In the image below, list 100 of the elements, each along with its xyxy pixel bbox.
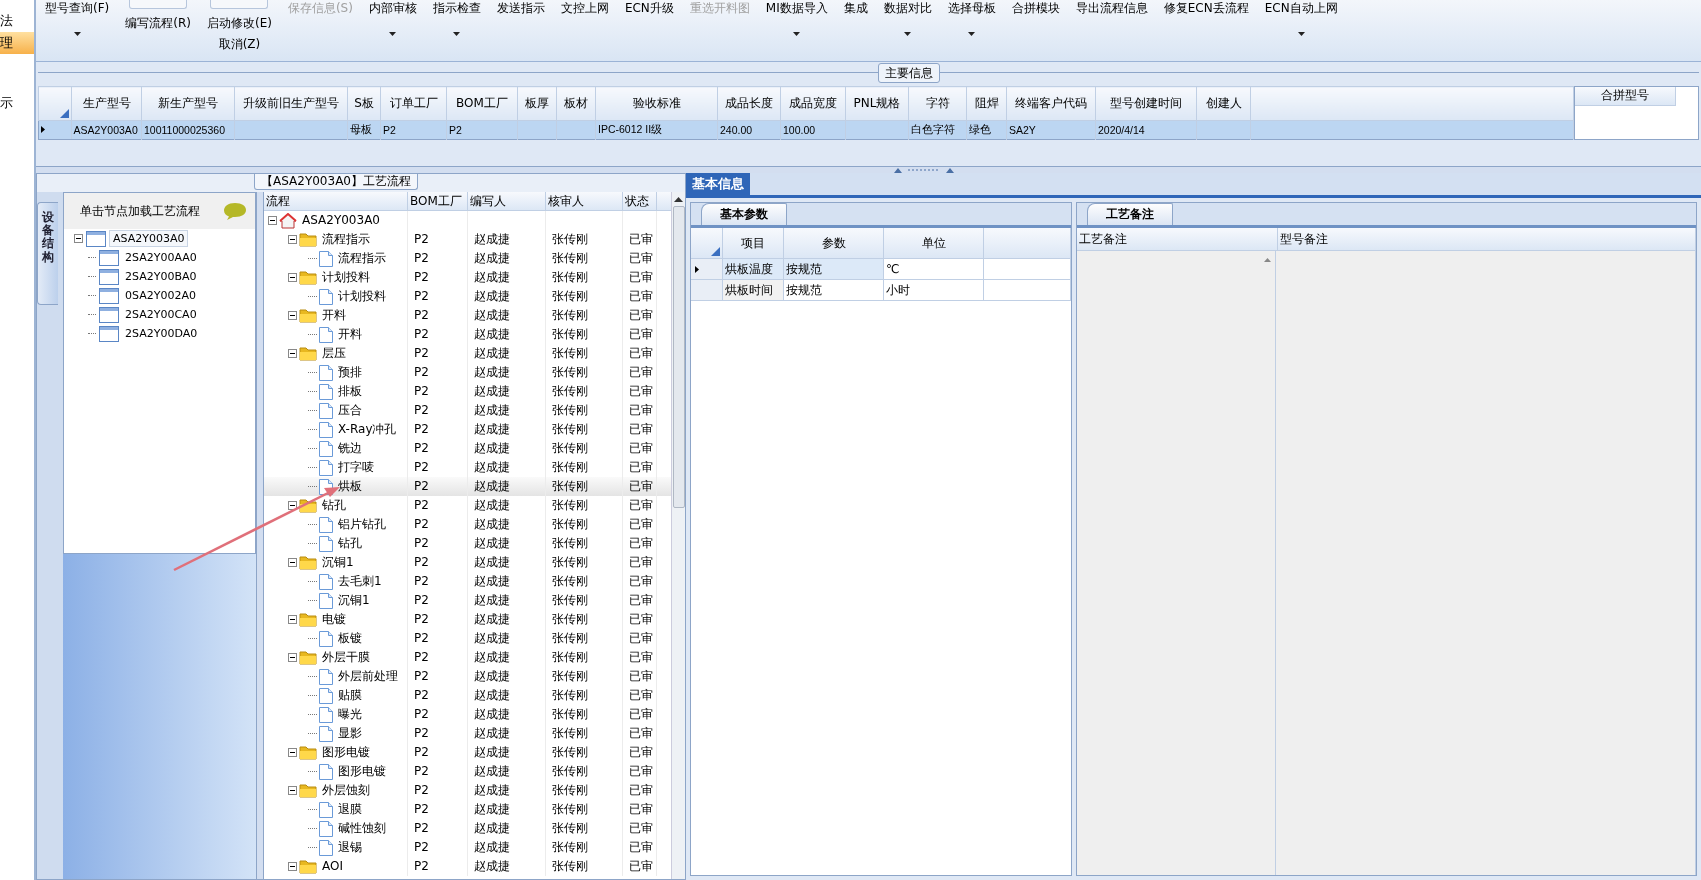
scrollbar[interactable]: [671, 192, 685, 879]
tree-item[interactable]: 钻孔: [335, 534, 362, 553]
vertical-tab[interactable]: 设备结构: [37, 202, 58, 305]
toolbar-button[interactable]: MI数据导入: [762, 0, 831, 36]
tree-item[interactable]: 2SA2Y00AA0: [122, 250, 200, 265]
column-header[interactable]: 型号备注: [1278, 228, 1696, 250]
scroll-up-icon[interactable]: [674, 196, 683, 202]
tree-item[interactable]: ASA2Y003A0: [299, 211, 380, 230]
tree-item[interactable]: 显影: [335, 724, 362, 743]
collapse-icon[interactable]: [288, 501, 297, 510]
collapse-icon[interactable]: [288, 273, 297, 282]
collapse-icon[interactable]: [268, 216, 277, 225]
column-header[interactable]: 订单工厂: [380, 86, 447, 121]
column-header[interactable]: 成品长度: [717, 86, 781, 121]
tree-item[interactable]: 电镀: [319, 610, 346, 629]
column-header[interactable]: BOM工厂: [408, 192, 468, 210]
collapse-icon[interactable]: [288, 653, 297, 662]
tree-item[interactable]: 2SA2Y00DA0: [122, 326, 201, 341]
column-header[interactable]: 工艺备注: [1077, 228, 1278, 250]
tree-item[interactable]: 碱性蚀刻: [335, 819, 386, 838]
collapse-icon[interactable]: [74, 234, 83, 243]
toolbar-button[interactable]: ECN自动上网: [1261, 0, 1341, 36]
tree-item[interactable]: 图形电镀: [319, 743, 370, 762]
scroll-thumb[interactable]: [672, 206, 685, 508]
grid-corner[interactable]: [691, 228, 723, 259]
tree-item[interactable]: ASA2Y003A0: [109, 230, 189, 247]
collapse-icon[interactable]: [288, 615, 297, 624]
toolbar-button[interactable]: 数据对比: [880, 0, 935, 36]
column-header[interactable]: 参数: [784, 228, 884, 259]
collapse-icon[interactable]: [288, 558, 297, 567]
toolbar-button[interactable]: 型号查询(F): [42, 0, 113, 36]
toolbar-button[interactable]: ECN升级: [621, 0, 677, 17]
column-header[interactable]: 项目: [723, 228, 784, 259]
collapse-icon[interactable]: [288, 235, 297, 244]
tree-item[interactable]: 铝片钻孔: [335, 515, 386, 534]
column-header[interactable]: 核审人: [546, 192, 623, 210]
tree-item[interactable]: 板镀: [335, 629, 362, 648]
toolbar-button[interactable]: 取消(Z): [215, 34, 264, 55]
toolbar-button[interactable]: 指示检查: [429, 0, 484, 36]
tree-item[interactable]: 2SA2Y00BA0: [122, 269, 200, 284]
tree-item[interactable]: AOI: [319, 857, 343, 876]
tab[interactable]: 基本参数: [701, 203, 787, 225]
nav-item[interactable]: 理: [0, 32, 34, 54]
toolbar-button[interactable]: 导出流程信息: [1072, 0, 1151, 17]
column-header[interactable]: 成品宽度: [780, 86, 846, 121]
toolbar-button[interactable]: 编写流程(R): [122, 13, 194, 34]
tree-item[interactable]: 打字唛: [335, 458, 374, 477]
tree-item[interactable]: 外层干膜: [319, 648, 370, 667]
toolbar-button[interactable]: 文控上网: [557, 0, 612, 17]
toolbar-button[interactable]: 发送指示: [493, 0, 548, 17]
toolbar-button[interactable]: 启动修改(E): [203, 13, 275, 34]
tree-item[interactable]: 排板: [335, 382, 362, 401]
column-header[interactable]: 型号创建时间: [1095, 86, 1197, 121]
column-header[interactable]: 板材: [556, 86, 596, 121]
column-header[interactable]: 单位: [884, 228, 984, 259]
nav-item[interactable]: 法: [0, 10, 34, 32]
collapse-icon[interactable]: [288, 748, 297, 757]
grid-corner[interactable]: [38, 86, 72, 121]
column-header[interactable]: 终端客户代码: [1006, 86, 1096, 121]
tree-item[interactable]: 去毛刺1: [335, 572, 382, 591]
tree-item[interactable]: 计划投料: [335, 287, 386, 306]
toolbar-button[interactable]: 选择母板: [944, 0, 999, 36]
tree-item[interactable]: 预排: [335, 363, 362, 382]
column-header[interactable]: 新生产型号: [141, 86, 235, 121]
toolbar-button[interactable]: 内部审核: [365, 0, 420, 36]
column-header[interactable]: 创建人: [1196, 86, 1251, 121]
tree-item[interactable]: 烘板: [335, 477, 362, 496]
tree-item[interactable]: 图形电镀: [335, 762, 386, 781]
column-header[interactable]: S板: [347, 86, 381, 121]
tree-item[interactable]: 退膜: [335, 800, 362, 819]
tree-item[interactable]: 流程指示: [335, 249, 386, 268]
column-header[interactable]: PNL规格: [845, 86, 909, 121]
collapse-icon[interactable]: [288, 311, 297, 320]
column-header[interactable]: BOM工厂: [446, 86, 518, 121]
row-header[interactable]: [691, 259, 723, 280]
column-header[interactable]: 编写人: [468, 192, 546, 210]
tree-item[interactable]: 2SA2Y00CA0: [122, 307, 200, 322]
toolbar-button[interactable]: 集成: [840, 0, 871, 17]
column-header[interactable]: 合拼型号: [1575, 87, 1677, 106]
column-header[interactable]: 阻焊: [966, 86, 1007, 121]
column-header[interactable]: 生产型号: [71, 86, 142, 121]
column-header[interactable]: 板厚: [517, 86, 557, 121]
tree-item[interactable]: 开料: [319, 306, 346, 325]
tree-item[interactable]: 贴膜: [335, 686, 362, 705]
toolbar-button[interactable]: 合拼模块: [1008, 0, 1063, 17]
tree-item[interactable]: 沉铜1: [319, 553, 354, 572]
collapse-icon[interactable]: [288, 862, 297, 871]
column-header[interactable]: 字符: [908, 86, 967, 121]
tree-item[interactable]: 压合: [335, 401, 362, 420]
tree-item[interactable]: 曝光: [335, 705, 362, 724]
tree-item[interactable]: 0SA2Y002A0: [122, 288, 199, 303]
tree-item[interactable]: 外层蚀刻: [319, 781, 370, 800]
column-header[interactable]: 验收标准: [595, 86, 718, 121]
tab[interactable]: 基本信息: [686, 173, 750, 195]
tree-item[interactable]: 沉铜1: [335, 591, 370, 610]
tree-item[interactable]: 退锡: [335, 838, 362, 857]
toolbar-button[interactable]: 修复ECN丢流程: [1160, 0, 1252, 17]
collapse-icon[interactable]: [288, 349, 297, 358]
tree-item[interactable]: X-Ray冲孔: [335, 420, 397, 439]
tree-item[interactable]: 外层前处理: [335, 667, 398, 686]
